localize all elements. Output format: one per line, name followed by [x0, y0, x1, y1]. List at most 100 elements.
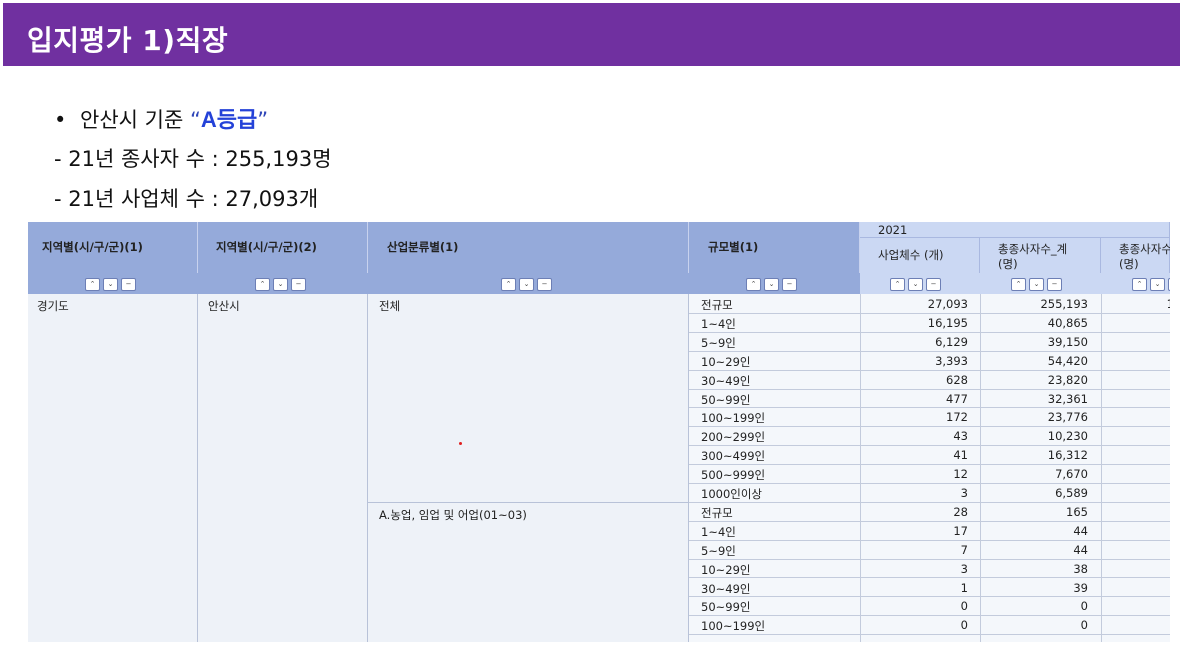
collapse-icon[interactable]: −	[121, 278, 136, 291]
header-col-c[interactable]: 총종사자수 (명)	[1101, 238, 1170, 273]
bullet-line: • 안산시 기준 “A등급”	[54, 102, 268, 134]
sort-asc-icon[interactable]: ⌃	[85, 278, 100, 291]
business-count-cell: 6,129	[935, 335, 968, 349]
employee-count-cell: 23,776	[1047, 410, 1088, 424]
sort-asc-icon[interactable]: ⌃	[746, 278, 761, 291]
sort-asc-icon[interactable]: ⌃	[255, 278, 270, 291]
employee-count2-cell: 1	[1101, 297, 1170, 311]
employee-count-cell: 44	[1073, 524, 1088, 538]
industry-total-value: 전체	[379, 299, 401, 313]
stat-businesses: - 21년 사업체 수 : 27,093개	[54, 187, 319, 211]
row-separator	[689, 540, 1170, 541]
header-region2[interactable]: 지역별(시/구/군)(2)	[198, 222, 368, 273]
header-col-c-label1: 총종사자수	[1119, 242, 1170, 256]
business-count-cell: 172	[946, 410, 968, 424]
header-scale[interactable]: 규모별(1)	[689, 222, 860, 273]
scale-cell: 전규모	[701, 298, 733, 312]
business-count-cell: 27,093	[927, 297, 968, 311]
business-count-cell: 628	[946, 373, 968, 387]
header-industry-label: 산업분류별(1)	[387, 240, 459, 254]
business-count-cell: 3	[960, 562, 968, 576]
column-controls: ⌃⌄−	[255, 278, 306, 291]
scale-cell: 50~99인	[701, 393, 751, 407]
sort-asc-icon[interactable]: ⌃	[1011, 278, 1026, 291]
grade-text: A등급	[200, 107, 258, 132]
row-separator	[689, 634, 1170, 635]
header-col-b[interactable]: 총종사자수_계 (명)	[980, 238, 1101, 273]
collapse-icon[interactable]: −	[782, 278, 797, 291]
header-col-a-label: 사업체수 (개)	[878, 248, 944, 262]
row-separator	[689, 464, 1170, 465]
row-separator	[689, 332, 1170, 333]
row-separator	[689, 502, 1170, 503]
column-controls: ⌃⌄−	[1132, 278, 1170, 291]
scale-cell: 300~499인	[701, 449, 766, 463]
header-scale-label: 규모별(1)	[708, 240, 759, 254]
sort-asc-icon[interactable]: ⌃	[890, 278, 905, 291]
business-count-cell: 7	[960, 543, 968, 557]
employee-count-cell: 23,820	[1047, 373, 1088, 387]
industry-agri-value: A.농업, 임업 및 어업(01~03)	[379, 508, 527, 522]
header-region1[interactable]: 지역별(시/구/군)(1)	[28, 222, 198, 273]
column-controls: ⌃⌄−	[890, 278, 941, 291]
collapse-icon[interactable]: −	[1168, 278, 1170, 291]
industry-cell-agri: A.농업, 임업 및 어업(01~03)	[368, 503, 689, 642]
business-count-cell: 41	[953, 448, 968, 462]
employee-count-cell: 44	[1073, 543, 1088, 557]
employee-count-cell: 10,230	[1047, 429, 1088, 443]
business-count-cell: 477	[946, 392, 968, 406]
row-separator	[689, 521, 1170, 522]
sort-desc-icon[interactable]: ⌄	[1029, 278, 1044, 291]
business-count-cell: 28	[953, 505, 968, 519]
title-bar: 입지평가 1)직장	[3, 3, 1180, 66]
region1-value: 경기도	[37, 299, 69, 313]
employee-count-cell: 6,589	[1055, 486, 1088, 500]
sort-desc-icon[interactable]: ⌄	[103, 278, 118, 291]
stat-employees: - 21년 종사자 수 : 255,193명	[54, 147, 332, 171]
row-separator	[689, 426, 1170, 427]
quote-close: ”	[257, 108, 269, 132]
sort-desc-icon[interactable]: ⌄	[273, 278, 288, 291]
scale-cell: 30~49인	[701, 374, 751, 388]
business-count-cell: 0	[960, 599, 968, 613]
business-count-cell: 3,393	[935, 354, 968, 368]
sort-asc-icon[interactable]: ⌃	[501, 278, 516, 291]
row-separator	[689, 483, 1170, 484]
row-separator	[689, 596, 1170, 597]
scale-cell: 200~299인	[701, 430, 766, 444]
column-controls: ⌃⌄−	[501, 278, 552, 291]
business-count-cell: 16,195	[927, 316, 968, 330]
column-divider	[980, 294, 981, 642]
header-year: 2021	[860, 222, 1170, 238]
statistics-table: 지역별(시/구/군)(1) 지역별(시/구/군)(2) 산업분류별(1) 규모별…	[28, 222, 1170, 642]
column-controls: ⌃⌄−	[85, 278, 136, 291]
header-col-a[interactable]: 사업체수 (개)	[860, 238, 980, 273]
scale-cell: 1~4인	[701, 317, 736, 331]
scale-cell: 1~4인	[701, 525, 736, 539]
scale-cell: 전규모	[701, 506, 733, 520]
sort-asc-icon[interactable]: ⌃	[1132, 278, 1147, 291]
quote-open: “	[189, 108, 201, 132]
column-divider	[860, 294, 861, 642]
collapse-icon[interactable]: −	[291, 278, 306, 291]
column-divider	[1101, 294, 1102, 642]
sort-desc-icon[interactable]: ⌄	[1150, 278, 1165, 291]
sort-desc-icon[interactable]: ⌄	[764, 278, 779, 291]
sort-desc-icon[interactable]: ⌄	[519, 278, 534, 291]
business-count-cell: 0	[960, 618, 968, 632]
bullet-prefix: 안산시 기준	[80, 108, 190, 132]
row-separator	[689, 389, 1170, 390]
red-dot-marker	[459, 442, 462, 445]
industry-cell-total: 전체	[368, 294, 689, 503]
sort-desc-icon[interactable]: ⌄	[908, 278, 923, 291]
collapse-icon[interactable]: −	[537, 278, 552, 291]
collapse-icon[interactable]: −	[1047, 278, 1062, 291]
row-separator	[689, 313, 1170, 314]
scale-cell: 5~9인	[701, 336, 736, 350]
scale-cell: 100~199인	[701, 619, 766, 633]
control-row-left	[28, 273, 860, 294]
header-col-b-label2: (명)	[998, 257, 1018, 271]
employee-count-cell: 39,150	[1047, 335, 1088, 349]
collapse-icon[interactable]: −	[926, 278, 941, 291]
header-industry[interactable]: 산업분류별(1)	[368, 222, 689, 273]
